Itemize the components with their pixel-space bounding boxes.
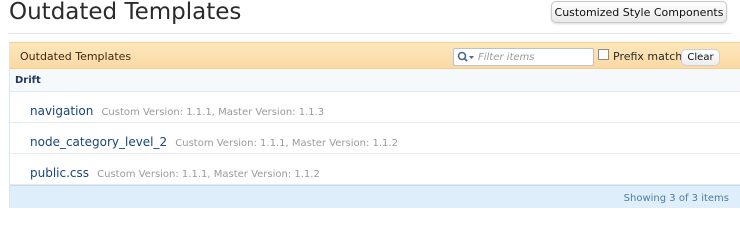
title-divider [9,33,731,34]
group-header: Drift [10,69,740,92]
list-item: navigation Custom Version: 1.1.1, Master… [10,92,740,123]
template-version-info: Custom Version: 1.1.1, Master Version: 1… [101,107,325,118]
search-dropdown-icon[interactable] [457,51,477,63]
panel-footer: Showing 3 of 3 items [10,185,740,208]
filter-box[interactable] [453,48,594,66]
template-link[interactable]: node_category_level_2 [30,135,167,149]
template-version-info: Custom Version: 1.1.1, Master Version: 1… [97,169,320,180]
prefix-match-checkbox[interactable] [598,49,609,60]
template-version-info: Custom Version: 1.1.1, Master Version: 1… [175,138,398,149]
clear-button[interactable]: Clear [681,49,720,66]
template-link[interactable]: public.css [30,166,89,180]
template-link[interactable]: navigation [30,104,93,118]
list-item: node_category_level_2 Custom Version: 1.… [10,123,740,154]
group-label: Drift [15,75,41,86]
filter-input[interactable] [478,50,590,64]
prefix-match-label[interactable]: Prefix match [613,50,682,63]
page-title: Outdated Templates [9,0,242,25]
panel-title: Outdated Templates [20,50,132,63]
customized-style-components-button[interactable]: Customized Style Components [551,1,727,23]
panel-header: Outdated Templates Prefix match Clear [10,42,740,69]
outdated-templates-panel: Outdated Templates Prefix match Clear Dr… [9,42,740,208]
list-item: public.css Custom Version: 1.1.1, Master… [10,154,740,185]
item-count: Showing 3 of 3 items [623,193,729,204]
